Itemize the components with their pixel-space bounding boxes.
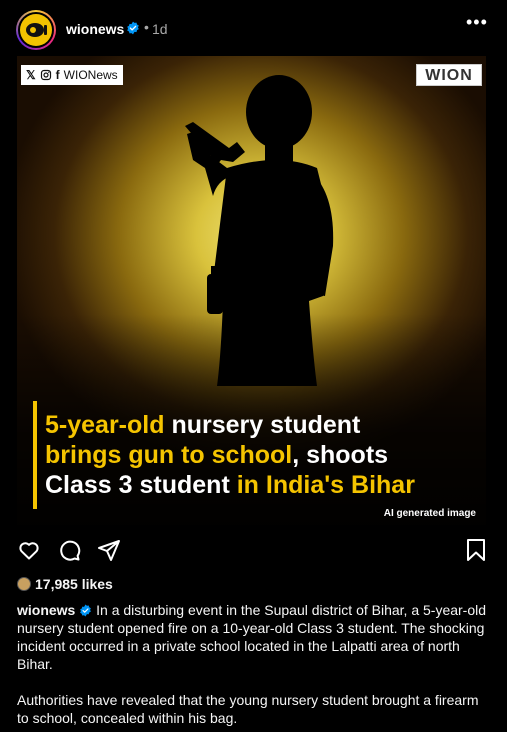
- instagram-icon: [40, 69, 51, 81]
- separator-dot: •: [144, 19, 149, 35]
- comment-icon[interactable]: [57, 538, 81, 562]
- likes-text: 17,985 likes: [35, 576, 113, 592]
- verified-icon: [80, 604, 92, 617]
- verified-icon: [127, 21, 139, 35]
- post-header: wionews • 1d •••: [0, 0, 507, 56]
- headline-part: brings gun to school: [45, 441, 293, 469]
- likes-count[interactable]: 17,985 likes: [17, 576, 113, 592]
- more-options-icon[interactable]: •••: [466, 12, 488, 33]
- caption-paragraph-2: Authorities have revealed that the young…: [17, 692, 479, 726]
- bookmark-icon[interactable]: [465, 538, 487, 562]
- caption: wionews In a disturbing event in the Sup…: [17, 601, 491, 727]
- headline-part: in India's Bihar: [236, 471, 415, 499]
- wion-logo: WION: [416, 64, 482, 86]
- caption-username[interactable]: wionews: [17, 602, 75, 618]
- x-icon: 𝕏: [26, 68, 36, 82]
- headline-part: Class 3 student: [45, 471, 237, 499]
- social-handle-text: WIONews: [63, 68, 118, 82]
- headline-part: 5-year-old: [45, 411, 172, 439]
- share-icon[interactable]: [97, 538, 121, 562]
- post-timestamp[interactable]: 1d: [152, 21, 168, 37]
- headline-part: , shoots: [292, 441, 389, 469]
- social-handle-tag: 𝕏 f WIONews: [21, 65, 123, 85]
- heart-icon[interactable]: [17, 538, 41, 562]
- ai-generated-label: AI generated image: [383, 508, 476, 519]
- post-username[interactable]: wionews: [66, 21, 124, 37]
- headline-accent-bar: [33, 401, 37, 509]
- headline: 5-year-old nursery student brings gun to…: [45, 410, 475, 500]
- headline-part: nursery student: [171, 411, 361, 439]
- avatar[interactable]: [16, 10, 56, 50]
- action-bar: [0, 538, 507, 564]
- liker-avatar: [17, 577, 31, 591]
- facebook-icon: f: [55, 68, 60, 82]
- post-image[interactable]: 𝕏 f WIONews WION 5-year-old nursery stud…: [17, 56, 486, 525]
